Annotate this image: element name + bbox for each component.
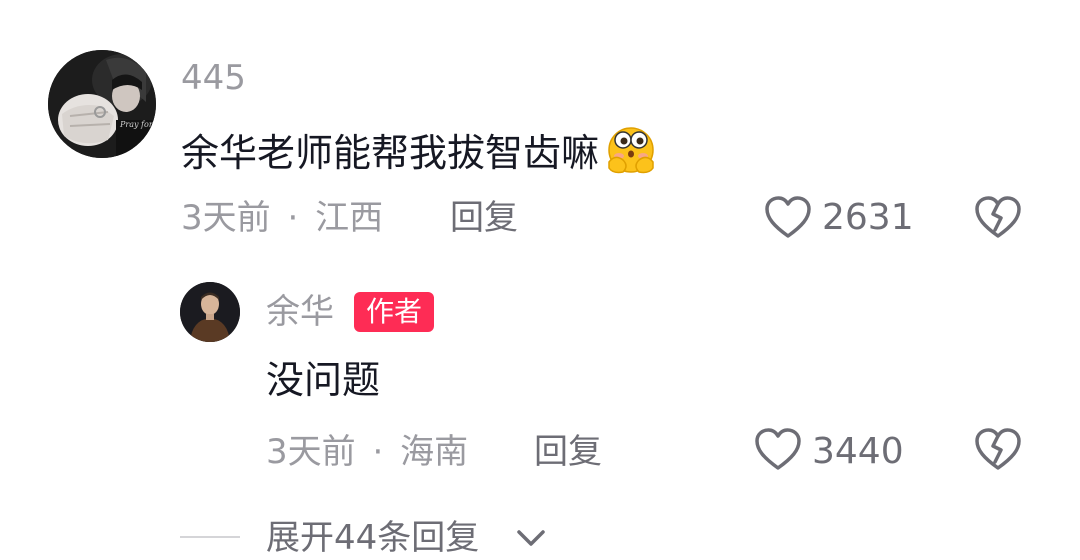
avatar-image <box>180 282 240 342</box>
like-count: 2631 <box>822 197 914 238</box>
comment-time: 3天前 <box>181 198 271 238</box>
heart-outline-icon[interactable] <box>764 196 812 240</box>
meta-separator: · <box>287 198 299 238</box>
avatar-caption: Pray for me <box>120 120 156 129</box>
heart-outline-icon[interactable] <box>754 428 802 472</box>
commenter-username[interactable]: 445 <box>181 56 246 100</box>
author-username[interactable]: 余华 <box>266 292 334 332</box>
comment-meta: 3天前 · 江西 <box>181 196 383 240</box>
meta-separator: · <box>372 432 384 472</box>
expand-divider <box>180 536 240 538</box>
chevron-down-icon[interactable] <box>514 524 548 552</box>
thinking-face-emoji-icon <box>601 122 659 187</box>
reply-time: 3天前 <box>266 432 356 472</box>
broken-heart-icon[interactable] <box>974 196 1022 240</box>
reply-location: 海南 <box>400 432 469 472</box>
reply-button[interactable]: 回复 <box>534 430 602 474</box>
like-count: 3440 <box>812 431 904 472</box>
reply-text: 没问题 <box>266 358 381 402</box>
avatar-author[interactable] <box>180 282 240 342</box>
avatar-image <box>48 50 156 158</box>
avatar-commenter[interactable]: Pray for me <box>48 50 156 158</box>
comment-text-row: 余华老师能帮我拔智齿嘛 <box>181 122 659 187</box>
author-badge: 作者 <box>354 292 435 332</box>
comment-text: 余华老师能帮我拔智齿嘛 <box>181 131 600 175</box>
reply-button[interactable]: 回复 <box>450 196 518 240</box>
reply-meta: 3天前 · 海南 <box>266 430 468 474</box>
broken-heart-icon[interactable] <box>974 428 1022 472</box>
comment-location: 江西 <box>315 198 384 238</box>
expand-replies-button[interactable]: 展开44条回复 <box>266 516 479 560</box>
